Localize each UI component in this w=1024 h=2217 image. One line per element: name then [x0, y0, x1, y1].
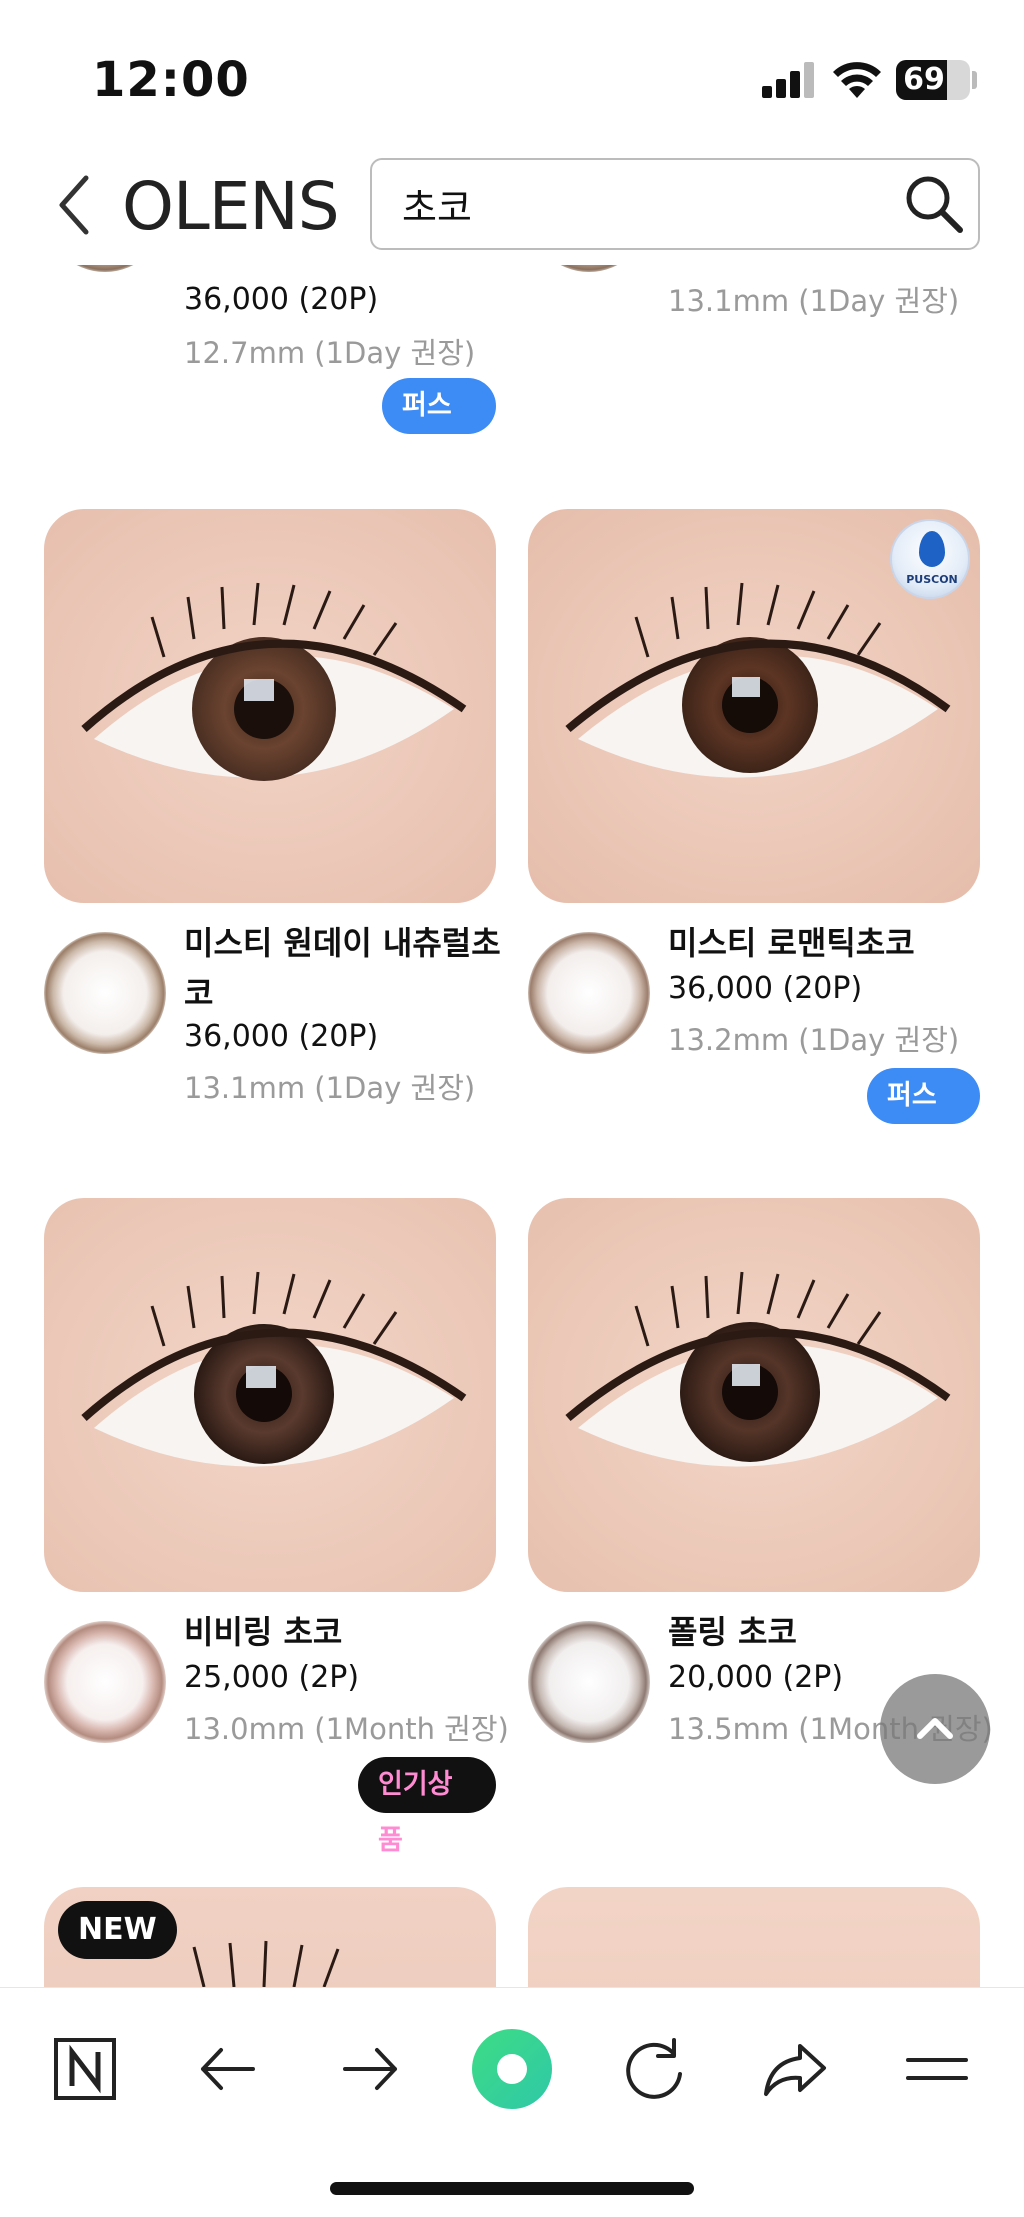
browser-toolbar — [0, 1987, 1024, 2217]
product-card[interactable] — [528, 1887, 980, 2217]
product-card[interactable]: 비비링 초코 25,000 (2P) 13.0mm (1Month 권장) 인기… — [44, 1198, 509, 1856]
share-icon[interactable] — [750, 2024, 840, 2114]
wifi-icon — [833, 62, 881, 98]
olens-logo[interactable]: OLENS — [122, 168, 340, 245]
cellular-signal-icon — [762, 62, 816, 98]
search-icon[interactable] — [902, 172, 966, 236]
new-badge: NEW — [58, 1901, 177, 1959]
water-drop-icon — [919, 531, 945, 567]
back-chevron-icon[interactable] — [50, 170, 100, 240]
product-photo — [528, 1198, 980, 1592]
reload-icon[interactable] — [608, 2024, 698, 2114]
product-price: 36,000 (20P) — [184, 282, 379, 317]
scroll-to-top-button[interactable] — [880, 1674, 990, 1784]
lens-swatch — [528, 1621, 650, 1743]
product-spec: 13.2mm (1Day 권장) — [668, 1023, 960, 1057]
clock: 12:00 — [92, 52, 250, 108]
lens-swatch — [44, 932, 166, 1054]
product-price: 36,000 (20P) — [668, 971, 863, 1006]
battery-icon: 69 — [896, 60, 970, 100]
home-indicator[interactable] — [330, 2182, 694, 2195]
menu-icon[interactable] — [892, 2024, 982, 2114]
search-box[interactable] — [370, 158, 980, 250]
battery-tip — [972, 71, 977, 89]
green-dot-icon[interactable] — [467, 2024, 557, 2114]
product-card[interactable]: NEW — [44, 1887, 496, 2217]
product-spec: 13.0mm (1Month 권장) — [184, 1712, 509, 1746]
product-photo — [44, 509, 496, 903]
product-card[interactable]: 폴링 초코 20,000 (2P) 13.5mm (1Month 권장) — [528, 1198, 993, 1746]
lens-swatch — [44, 1621, 166, 1743]
product-name[interactable]: 폴링 초코 — [668, 1607, 988, 1657]
naver-n-icon[interactable] — [40, 2024, 130, 2114]
battery-percent: 69 — [903, 62, 945, 97]
back-arrow-icon[interactable] — [183, 2024, 273, 2114]
product-photo — [44, 1198, 496, 1592]
forward-arrow-icon[interactable] — [325, 2024, 415, 2114]
product-spec: 12.7mm (1Day 권장) — [184, 336, 476, 370]
product-price: 36,000 (20P) — [184, 1019, 379, 1054]
puscon-badge: 퍼스콘 — [382, 378, 496, 477]
puscon-icon: PUSCON — [890, 519, 970, 599]
status-bar: 12:00 69 — [0, 0, 1024, 150]
search-input[interactable] — [402, 180, 882, 228]
puscon-label: PUSCON — [906, 573, 958, 586]
product-price: 25,000 (2P) — [184, 1660, 360, 1695]
popular-badge: 인기상품 — [358, 1757, 496, 1856]
product-name[interactable]: 미스티 로맨틱초코 — [668, 918, 988, 968]
product-spec: 13.1mm (1Day 권장) — [184, 1071, 476, 1105]
chevron-up-icon — [917, 1718, 953, 1739]
product-price: 20,000 (2P) — [668, 1660, 844, 1695]
product-name[interactable]: 미스티 원데이 내츄럴초코 — [184, 918, 504, 1018]
lens-swatch — [528, 932, 650, 1054]
product-name[interactable]: 비비링 초코 — [184, 1607, 504, 1657]
product-spec: 13.1mm (1Day 권장) — [668, 284, 960, 318]
app-header: OLENS — [0, 150, 1024, 265]
puscon-badge: 퍼스콘 — [867, 1068, 980, 1167]
product-card[interactable]: 미스티 원데이 내츄럴초코 36,000 (20P) 13.1mm (1Day … — [44, 509, 501, 1105]
product-card[interactable]: PUSCON 미스티 로맨틱초코 36,000 (20P) 13.2mm (1D… — [528, 509, 980, 1167]
